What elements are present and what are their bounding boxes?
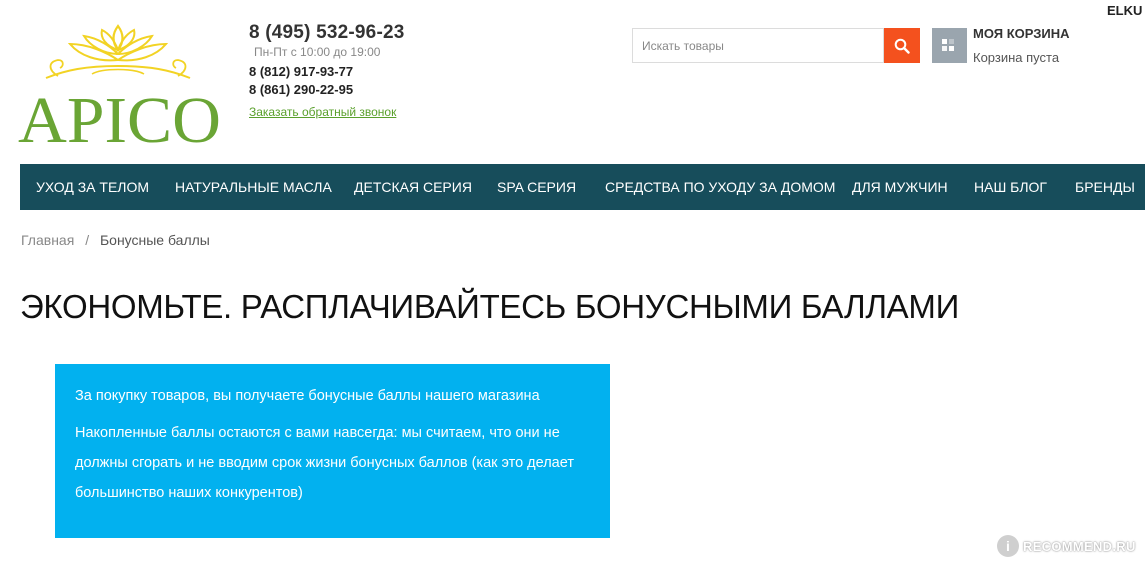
- breadcrumb-home[interactable]: Главная: [21, 232, 74, 248]
- callback-link[interactable]: Заказать обратный звонок: [249, 105, 396, 119]
- search-icon: [894, 38, 910, 54]
- user-login[interactable]: ELKU: [1107, 3, 1142, 18]
- phone-main[interactable]: 8 (495) 532-96-23: [249, 22, 405, 44]
- watermark-text: RECOMMEND.RU: [1023, 538, 1136, 554]
- svg-text:APICO: APICO: [18, 84, 221, 147]
- nav-item-blog[interactable]: НАШ БЛОГ: [974, 164, 1047, 210]
- cart-status: Корзина пуста: [973, 50, 1060, 65]
- nav-item-body-care[interactable]: УХОД ЗА ТЕЛОМ: [36, 164, 149, 210]
- site-logo[interactable]: APICO: [18, 22, 223, 147]
- breadcrumb-current: Бонусные баллы: [99, 232, 210, 248]
- breadcrumb: Главная / Бонусные баллы: [21, 232, 210, 248]
- cart-icon: [941, 38, 954, 51]
- info-line-purchase: За покупку товаров, вы получаете бонусны…: [75, 388, 540, 404]
- search-input[interactable]: [633, 29, 883, 62]
- recommend-watermark: i RECOMMEND.RU: [997, 534, 1136, 558]
- contact-block: 8 (495) 532-96-23 Пн-Пт с 10:00 до 19:00…: [249, 22, 405, 121]
- main-nav: УХОД ЗА ТЕЛОМ НАТУРАЛЬНЫЕ МАСЛА ДЕТСКАЯ …: [20, 164, 1145, 210]
- nav-item-natural-oils[interactable]: НАТУРАЛЬНЫЕ МАСЛА: [175, 164, 332, 210]
- cart-title[interactable]: МОЯ КОРЗИНА: [973, 26, 1070, 41]
- phone-spb[interactable]: 8 (812) 917-93-77: [249, 64, 405, 79]
- working-hours: Пн-Пт с 10:00 до 19:00: [254, 45, 381, 59]
- nav-item-spa-series[interactable]: SPA СЕРИЯ: [497, 164, 576, 210]
- brand-wordmark: APICO: [18, 84, 221, 147]
- nav-item-home-care[interactable]: СРЕДСТВА ПО УХОДУ ЗА ДОМОМ: [605, 164, 835, 210]
- info-line-accumulated: Накопленные баллы остаются с вами навсег…: [75, 425, 574, 501]
- page-title: ЭКОНОМЬТЕ. РАСПЛАЧИВАЙТЕСЬ БОНУСНЫМИ БАЛ…: [20, 288, 959, 325]
- search-box: [632, 28, 884, 63]
- nav-item-brands[interactable]: БРЕНДЫ: [1075, 164, 1135, 210]
- breadcrumb-separator: /: [85, 232, 90, 248]
- nav-item-for-men[interactable]: ДЛЯ МУЖЧИН: [852, 164, 948, 210]
- nav-item-kids-series[interactable]: ДЕТСКАЯ СЕРИЯ: [354, 164, 472, 210]
- phone-krasnodar[interactable]: 8 (861) 290-22-95: [249, 82, 405, 97]
- search-button[interactable]: [884, 28, 920, 63]
- watermark-badge-icon: i: [997, 535, 1019, 557]
- bonus-info-box: За покупку товаров, вы получаете бонусны…: [55, 364, 610, 538]
- cart-button[interactable]: [932, 28, 967, 63]
